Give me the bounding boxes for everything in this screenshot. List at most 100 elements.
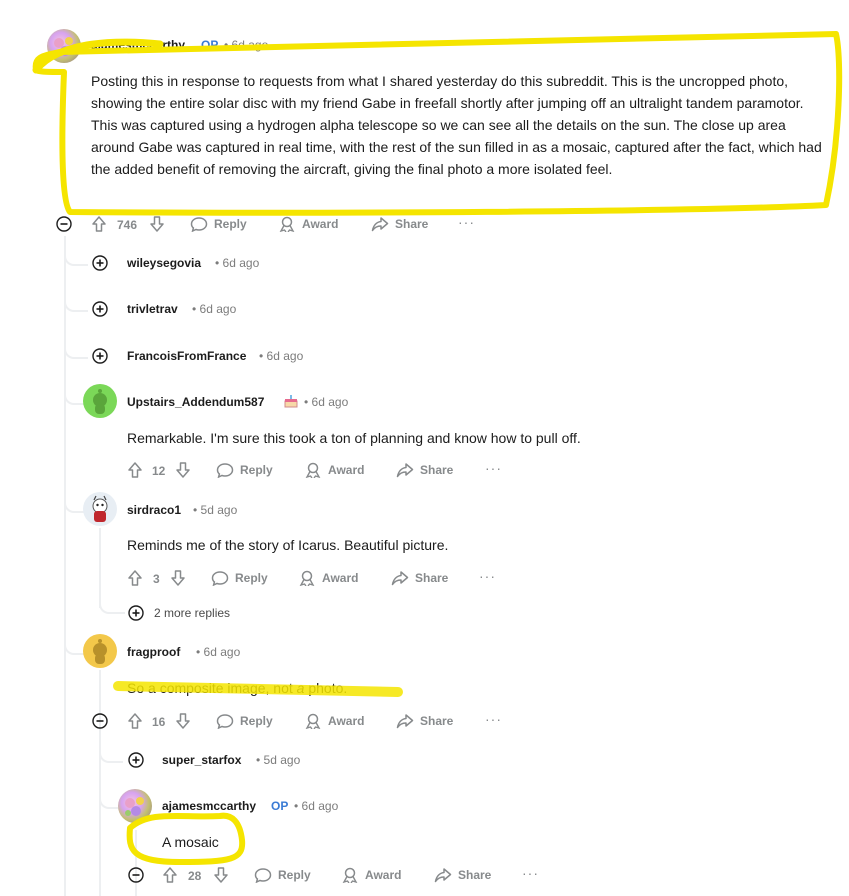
comment-timestamp[interactable]: • 6d ago (294, 799, 338, 813)
share-label: Share (415, 571, 449, 585)
thread-connector (99, 596, 125, 614)
award-button[interactable]: Award (341, 867, 401, 883)
share-button[interactable]: Share (434, 867, 491, 883)
comment-username[interactable]: super_starfox (162, 753, 241, 767)
share-button[interactable]: Share (391, 570, 448, 586)
upvote-icon[interactable] (127, 569, 143, 592)
thread-line-fragproof[interactable] (99, 670, 101, 896)
expand-replies-button[interactable] (128, 605, 144, 621)
award-label: Award (328, 714, 365, 728)
share-button[interactable]: Share (396, 462, 453, 478)
comment-body: So a composite image, not a photo. (127, 677, 827, 699)
comment-timestamp[interactable]: • 6d ago (224, 38, 268, 52)
award-button[interactable]: Award (278, 216, 338, 232)
more-options-button[interactable]: ··· (479, 568, 496, 584)
reply-label: Reply (214, 217, 247, 231)
collapse-thread-button[interactable] (92, 713, 108, 729)
comment-body-text-end: photo. (304, 680, 348, 696)
downvote-icon[interactable] (213, 866, 229, 889)
more-replies-link[interactable]: 2 more replies (154, 606, 230, 620)
reply-button[interactable]: Reply (211, 570, 268, 586)
share-button[interactable]: Share (371, 216, 428, 232)
reply-button[interactable]: Reply (216, 462, 273, 478)
plus-circle-icon (92, 255, 108, 271)
expand-thread-button[interactable] (92, 301, 108, 317)
avatar-image-icon (125, 797, 144, 816)
cake-icon (283, 393, 299, 414)
downvote-icon[interactable] (175, 461, 191, 484)
reply-button[interactable]: Reply (190, 216, 247, 232)
award-icon (305, 462, 321, 478)
comment-timestamp[interactable]: • 6d ago (196, 645, 240, 659)
plus-circle-icon (92, 348, 108, 364)
comment-timestamp[interactable]: • 5d ago (256, 753, 300, 767)
avatar[interactable] (83, 634, 117, 668)
avatar-image-icon (54, 37, 73, 56)
expand-thread-button[interactable] (128, 752, 144, 768)
comment-body: A mosaic (162, 834, 219, 850)
vote-count: 12 (152, 464, 166, 478)
comment-username[interactable]: ajamesmccarthy (162, 799, 256, 813)
comment-username[interactable]: Upstairs_Addendum587 (127, 395, 264, 409)
upvote-icon[interactable] (127, 712, 143, 735)
upvote-icon[interactable] (127, 461, 143, 484)
award-icon (342, 867, 358, 883)
avatar[interactable] (83, 384, 117, 418)
plus-circle-icon (128, 605, 144, 621)
reply-icon (216, 463, 234, 478)
comment-username[interactable]: trivletrav (127, 302, 178, 316)
award-button[interactable]: Award (304, 713, 364, 729)
downvote-icon[interactable] (175, 712, 191, 735)
comment-body: Remarkable. I'm sure this took a ton of … (127, 430, 581, 446)
reply-button[interactable]: Reply (216, 713, 273, 729)
reply-icon (216, 714, 234, 729)
thread-line-root[interactable] (64, 236, 66, 896)
vote-count: 28 (188, 869, 202, 883)
collapse-thread-button[interactable] (128, 867, 144, 883)
comment-timestamp[interactable]: • 6d ago (304, 395, 348, 409)
downvote-icon[interactable] (149, 215, 165, 238)
avatar[interactable] (83, 492, 117, 526)
comment-username[interactable]: fragproof (127, 645, 180, 659)
share-label: Share (458, 868, 492, 882)
reply-label: Reply (278, 868, 311, 882)
avatar[interactable] (118, 789, 152, 823)
more-options-button[interactable]: ··· (485, 460, 502, 476)
thread-line-op-reply[interactable] (135, 830, 137, 896)
comment-timestamp[interactable]: • 6d ago (215, 256, 259, 270)
more-options-button[interactable]: ··· (458, 214, 475, 230)
collapse-thread-button[interactable] (56, 216, 72, 232)
comment-timestamp[interactable]: • 5d ago (193, 503, 237, 517)
comment-username[interactable]: sirdraco1 (127, 503, 181, 517)
comment-body-text: So a composite image, not (127, 680, 297, 696)
award-button[interactable]: Award (298, 570, 358, 586)
reply-label: Reply (240, 714, 273, 728)
comment-username[interactable]: FrancoisFromFrance (127, 349, 246, 363)
more-options-button[interactable]: ··· (485, 711, 502, 727)
share-icon (396, 714, 414, 729)
share-button[interactable]: Share (396, 713, 453, 729)
comment-body: Reminds me of the story of Icarus. Beaut… (127, 537, 449, 553)
vote-count: 16 (152, 715, 166, 729)
share-icon (396, 463, 414, 478)
reply-button[interactable]: Reply (254, 867, 311, 883)
award-icon (279, 216, 295, 232)
comment-timestamp[interactable]: • 6d ago (192, 302, 236, 316)
expand-thread-button[interactable] (92, 255, 108, 271)
award-button[interactable]: Award (304, 462, 364, 478)
more-options-button[interactable]: ··· (522, 865, 539, 881)
downvote-icon[interactable] (170, 569, 186, 592)
share-icon (434, 868, 452, 883)
comment-timestamp[interactable]: • 6d ago (259, 349, 303, 363)
upvote-icon[interactable] (162, 866, 178, 889)
op-badge: OP (271, 799, 289, 813)
reply-icon (190, 217, 208, 232)
snoo-avatar-icon (92, 495, 108, 522)
op-badge: OP (201, 38, 219, 52)
upvote-icon[interactable] (91, 215, 107, 238)
plus-circle-icon (128, 752, 144, 768)
comment-username[interactable]: ajamesmccarthy (91, 38, 185, 52)
avatar[interactable] (47, 29, 81, 63)
expand-thread-button[interactable] (92, 348, 108, 364)
comment-username[interactable]: wileysegovia (127, 256, 201, 270)
